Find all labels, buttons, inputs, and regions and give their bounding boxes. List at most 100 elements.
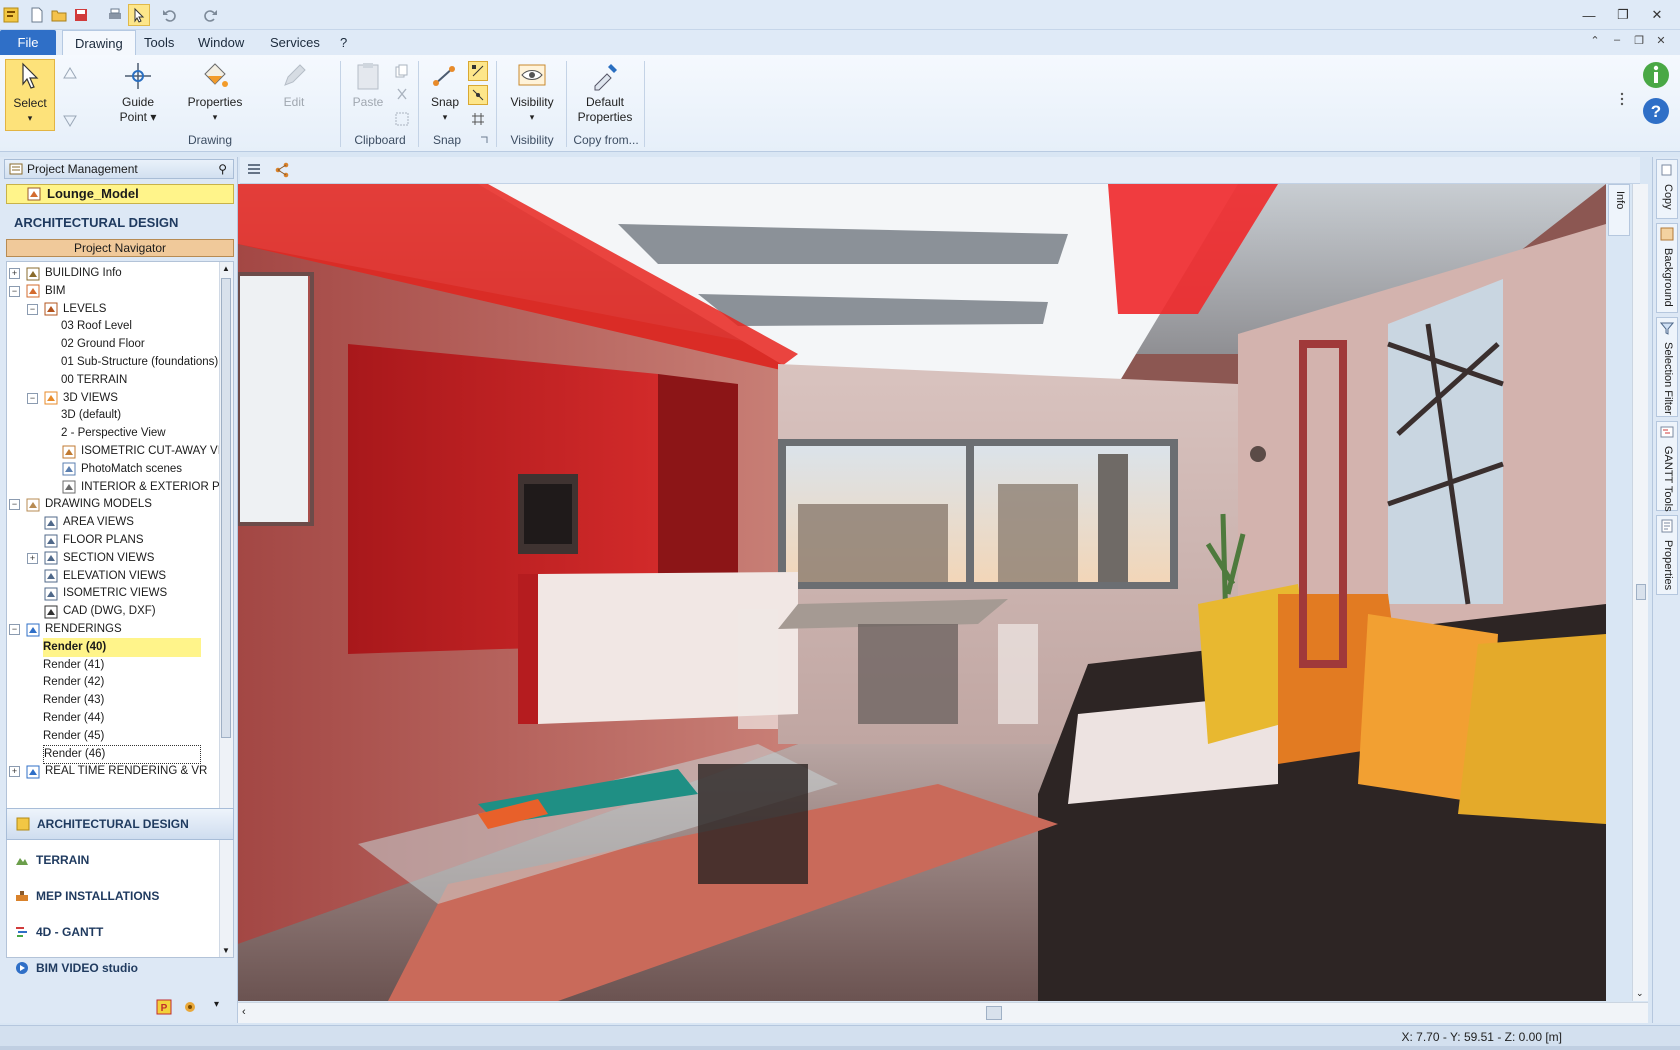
help-icon[interactable]: ? [1640, 95, 1672, 127]
module-4d-gantt[interactable]: 4D - GANTT [6, 916, 234, 948]
minimize-window-icon[interactable]: — [1576, 4, 1602, 26]
properties-button[interactable]: Properties ▾ [184, 59, 246, 131]
select-all-icon[interactable] [392, 109, 412, 129]
snap-button[interactable]: Snap ▾ [424, 59, 466, 131]
cut-icon[interactable] [392, 85, 412, 105]
print-icon[interactable] [104, 4, 126, 26]
modules-menu-icon[interactable]: ▾ [214, 999, 219, 1010]
collapse-icon[interactable]: − [9, 285, 20, 297]
snap-midpoint-icon[interactable] [468, 85, 488, 105]
tree-item[interactable]: − RENDERINGS [9, 620, 122, 639]
plugins-icon[interactable] [182, 999, 198, 1018]
select-arrow-icon[interactable] [128, 4, 150, 26]
tree-item[interactable]: Render (41) [43, 656, 104, 675]
new-file-icon[interactable] [26, 4, 48, 26]
scroll-down-icon[interactable]: ⌄ [1636, 988, 1644, 999]
tree-item[interactable]: Render (44) [43, 709, 104, 728]
tree-item[interactable]: 02 Ground Floor [61, 335, 145, 354]
view-list-icon[interactable] [246, 162, 262, 181]
snap-endpoint-icon[interactable] [468, 61, 488, 81]
viewport-horizontal-scrollbar[interactable]: ‹ [238, 1002, 1648, 1023]
pin-icon[interactable]: ⚲ [218, 160, 227, 178]
expand-icon[interactable]: + [9, 766, 20, 778]
doc-restore-icon[interactable]: ❐ [1630, 34, 1648, 50]
close-window-icon[interactable]: ✕ [1644, 4, 1670, 26]
viewport-vertical-scrollbar[interactable]: ⌄ [1632, 184, 1648, 1001]
info-icon[interactable] [1640, 59, 1672, 91]
file-menu[interactable]: File [0, 30, 56, 55]
module-terrain[interactable]: TERRAIN [6, 844, 234, 876]
copy-icon[interactable] [392, 61, 412, 81]
share-icon[interactable] [274, 162, 290, 181]
tree-item[interactable]: FLOOR PLANS [43, 531, 144, 550]
tree-item[interactable]: − LEVELS [27, 300, 106, 319]
tab-services[interactable]: Services [258, 30, 332, 55]
tree-item[interactable]: − DRAWING MODELS [9, 495, 152, 514]
tree-item[interactable]: Render (42) [43, 673, 104, 692]
collapse-icon[interactable]: − [27, 392, 38, 404]
app-logo-icon[interactable] [0, 4, 22, 26]
tree-item[interactable]: ISOMETRIC CUT-AWAY VIE [61, 442, 229, 461]
tree-item[interactable]: + BUILDING Info [9, 264, 122, 283]
edit-button[interactable]: Edit [270, 59, 318, 131]
tree-item[interactable]: 03 Roof Level [61, 317, 132, 336]
tree-item[interactable]: 00 TERRAIN [61, 371, 127, 390]
tab-tools[interactable]: Tools [132, 30, 186, 55]
triangle-down-icon[interactable] [60, 111, 80, 131]
parking-icon[interactable]: P [156, 999, 172, 1018]
tree-item[interactable]: − 3D VIEWS [27, 389, 118, 408]
tree-item[interactable]: Render (43) [43, 691, 104, 710]
tree-item[interactable]: Render (45) [43, 727, 104, 746]
paste-button[interactable]: Paste [348, 59, 388, 131]
collapse-icon[interactable]: − [27, 303, 38, 315]
module-architectural-design[interactable]: ARCHITECTURAL DESIGN [6, 808, 234, 840]
tree-item[interactable]: INTERIOR & EXTERIOR PHO [61, 478, 233, 497]
tree-item[interactable]: PhotoMatch scenes [61, 460, 182, 479]
triangle-up-icon[interactable] [60, 63, 80, 83]
tree-item[interactable]: CAD (DWG, DXF) [43, 602, 156, 621]
model-name-field[interactable]: Lounge_Model [6, 184, 234, 204]
dock-tab-copy[interactable]: Copy [1656, 159, 1678, 219]
tree-item[interactable]: AREA VIEWS [43, 513, 134, 532]
doc-minimize-icon[interactable]: – [1608, 34, 1626, 50]
tree-scroll-thumb[interactable] [221, 278, 231, 738]
redo-icon[interactable] [200, 4, 222, 26]
save-icon[interactable] [70, 4, 92, 26]
collapse-icon[interactable]: − [9, 624, 20, 635]
tree-item[interactable]: − BIM [9, 282, 65, 301]
snap-options-launcher-icon[interactable] [478, 133, 490, 147]
scroll-up-icon[interactable]: ▲ [222, 264, 230, 273]
tree-item[interactable]: ISOMETRIC VIEWS [43, 584, 167, 603]
dock-tab-background[interactable]: Background [1656, 223, 1678, 313]
snap-grid-icon[interactable] [468, 109, 488, 129]
ribbon-options-icon[interactable] [1612, 89, 1632, 109]
collapse-icon[interactable]: − [9, 499, 20, 511]
tab-drawing[interactable]: Drawing [62, 30, 136, 56]
tree-item[interactable]: Render (40) [43, 637, 201, 657]
dock-tab-properties[interactable]: Properties [1656, 515, 1678, 595]
tree-item[interactable]: 2 - Perspective View [61, 424, 166, 443]
tree-item[interactable]: Render (46) [43, 744, 201, 764]
info-side-tab[interactable]: Info [1608, 184, 1630, 236]
module-bim-video-studio[interactable]: BIM VIDEO studio [6, 952, 234, 984]
render-viewport[interactable] [238, 184, 1606, 1001]
tree-item[interactable]: 01 Sub-Structure (foundations) [61, 353, 218, 372]
dock-tab-gantt-tools[interactable]: GANTT Tools [1656, 421, 1678, 512]
visibility-button[interactable]: Visibility ▾ [502, 59, 562, 131]
default-properties-button[interactable]: Default Properties [572, 59, 638, 131]
tab-window[interactable]: Window [186, 30, 256, 55]
tab-help[interactable]: ? [328, 30, 359, 55]
project-navigator-bar[interactable]: Project Navigator [6, 239, 234, 257]
scroll-left-icon[interactable]: ‹ [242, 1006, 246, 1018]
vertical-scroll-thumb[interactable] [1636, 584, 1646, 600]
guide-point-button[interactable]: Guide Point ▾ [110, 59, 166, 131]
tree-item[interactable]: 3D (default) [61, 406, 121, 425]
open-folder-icon[interactable] [48, 4, 70, 26]
tree-item[interactable]: + REAL TIME RENDERING & VR [9, 762, 207, 781]
module-mep-installations[interactable]: MEP INSTALLATIONS [6, 880, 234, 912]
ribbon-collapse-icon[interactable]: ⌃ [1586, 34, 1604, 50]
expand-icon[interactable]: + [9, 268, 20, 279]
dock-tab-selection-filter[interactable]: Selection Filter [1656, 317, 1678, 417]
doc-close-icon[interactable]: ✕ [1652, 34, 1670, 50]
tree-item[interactable]: + SECTION VIEWS [27, 549, 154, 568]
